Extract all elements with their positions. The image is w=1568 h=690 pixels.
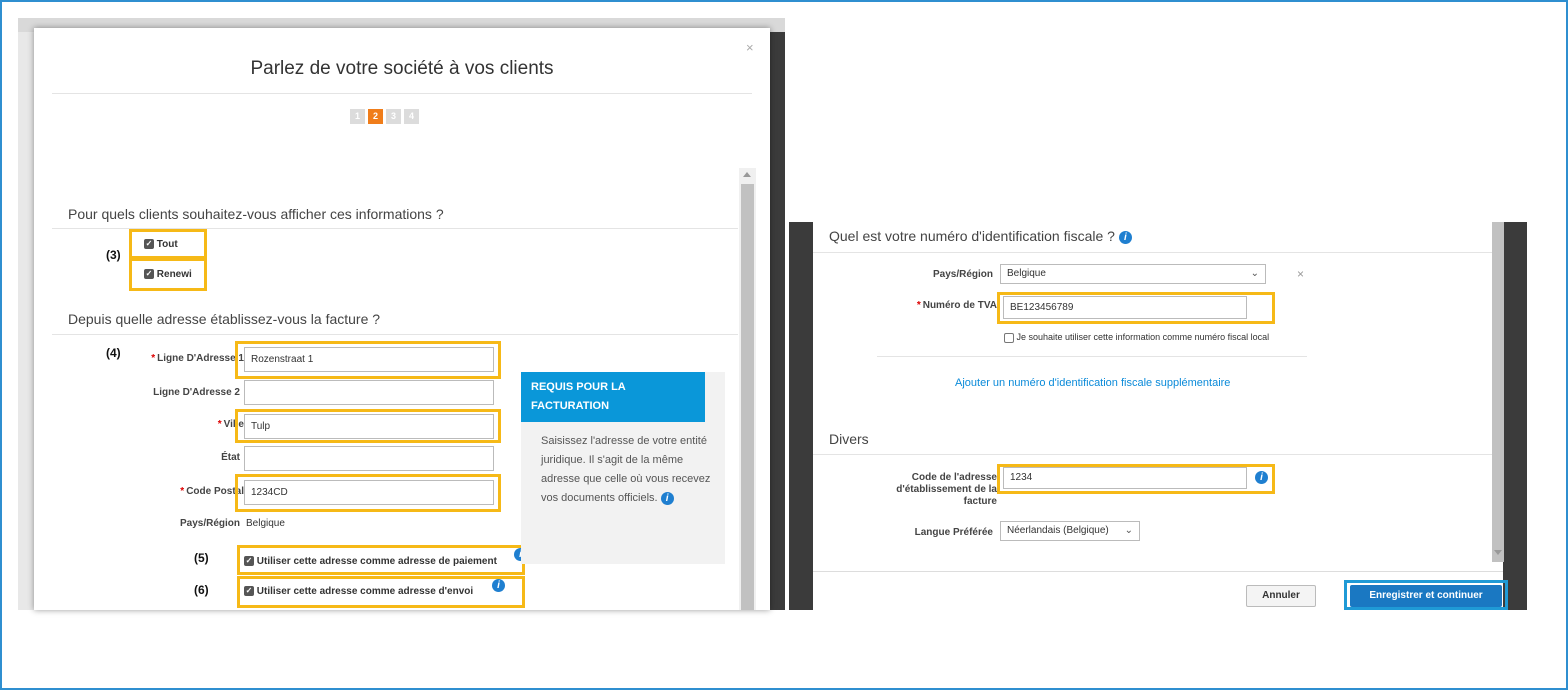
language-label: Langue Préférée [914,527,993,538]
client-checkbox-tout[interactable]: ✓ Tout [144,239,178,250]
scroll-thumb[interactable] [741,184,754,610]
modal-scrollbar[interactable] [739,168,756,610]
country-label: Pays/Région [179,518,240,529]
address2-label: Ligne D'Adresse 2 [153,387,240,398]
payment-address-checkbox[interactable]: ✓ Utiliser cette adresse comme adresse d… [244,556,497,567]
step-1[interactable]: 1 [350,109,365,124]
tax-settings-panel: Quel est votre numéro d'identification f… [813,222,1508,610]
scroll-up-icon[interactable] [743,172,751,177]
address1-label: * Ligne D'Adresse 1 [151,353,244,364]
address1-input[interactable]: Rozenstraat 1 [244,347,494,372]
shipping-address-checkbox[interactable]: ✓ Utiliser cette adresse comme adresse d… [244,586,473,597]
divider [813,571,1503,572]
info-icon[interactable]: i [492,579,505,592]
language-select[interactable]: Néerlandais (Belgique) ⌄ [1000,521,1140,541]
modal-title: Parlez de votre société à vos clients [250,58,554,79]
step-2-active[interactable]: 2 [368,109,383,124]
marker-6: (6) [194,583,209,597]
address-section-title: Depuis quelle adresse établissez-vous la… [68,311,381,327]
checkbox-empty-icon [1004,332,1014,343]
marker-3: (3) [106,248,121,262]
close-icon[interactable]: × [1297,267,1304,281]
cancel-button[interactable]: Annuler [1246,585,1316,607]
info-icon[interactable]: i [1118,230,1132,244]
chevron-down-icon: ⌄ [1124,525,1133,536]
checkbox-checked-icon: ✓ [144,269,154,280]
client-checkbox-renewi[interactable]: ✓ Renewi [144,269,192,280]
info-box-heading: REQUIS POUR LA FACTURATION [521,372,705,422]
postal-input[interactable]: 1234CD [244,480,494,505]
country-value: Belgique [246,518,285,529]
tax-country-select[interactable]: Belgique ⌄ [1000,264,1266,284]
right-screenshot: Quel est votre numéro d'identification f… [789,222,1527,610]
tax-section-title: Quel est votre numéro d'identification f… [829,228,1132,244]
postal-label: * Code Postal [180,486,244,497]
state-label: État [221,452,240,463]
divider [52,334,738,335]
city-label: * Ville [217,419,244,430]
divider [813,252,1493,253]
step-indicator: 1 2 3 4 [350,109,419,124]
address2-input[interactable] [244,380,494,405]
divider [813,454,1493,455]
misc-section-title: Divers [829,431,869,447]
vat-input[interactable]: BE123456789 [1003,296,1247,319]
checkbox-checked-icon: ✓ [144,239,154,250]
save-continue-button[interactable]: Enregistrer et continuer [1350,585,1502,607]
vat-label: * Numéro de TVA [916,300,997,311]
info-box-body: Saisissez l'adresse de votre entité juri… [541,435,711,505]
panel-scrollbar[interactable] [1492,222,1504,562]
info-icon[interactable]: i [660,491,674,505]
marker-5: (5) [194,551,209,565]
billing-info-box: REQUIS POUR LA FACTURATION Saisissez l'a… [521,372,725,564]
checkbox-checked-icon: ✓ [244,586,254,597]
info-icon[interactable]: i [1255,471,1268,484]
marker-4: (4) [106,346,121,360]
tax-country-label: Pays/Région [932,269,993,280]
checkbox-checked-icon: ✓ [244,556,254,567]
city-input[interactable]: Tulp [244,414,494,439]
local-tax-checkbox[interactable]: Je souhaite utiliser cette information c… [1004,332,1269,343]
add-tax-id-link[interactable]: Ajouter un numéro d'identification fisca… [955,377,1230,389]
chevron-down-icon: ⌄ [1250,268,1259,279]
close-icon[interactable]: × [746,40,754,55]
clients-section-title: Pour quels clients souhaitez-vous affich… [68,206,444,222]
state-input[interactable] [244,446,494,471]
step-3[interactable]: 3 [386,109,401,124]
company-info-modal: × Parlez de votre société à vos clients … [34,28,770,610]
scroll-down-icon[interactable] [1494,550,1502,555]
divider [52,93,752,94]
background-left [18,32,34,610]
step-4[interactable]: 4 [404,109,419,124]
divider [877,356,1307,357]
address-code-label: Code de l'adresse d'établissement de la … [896,472,997,507]
address-code-input[interactable]: 1234 [1003,467,1247,489]
